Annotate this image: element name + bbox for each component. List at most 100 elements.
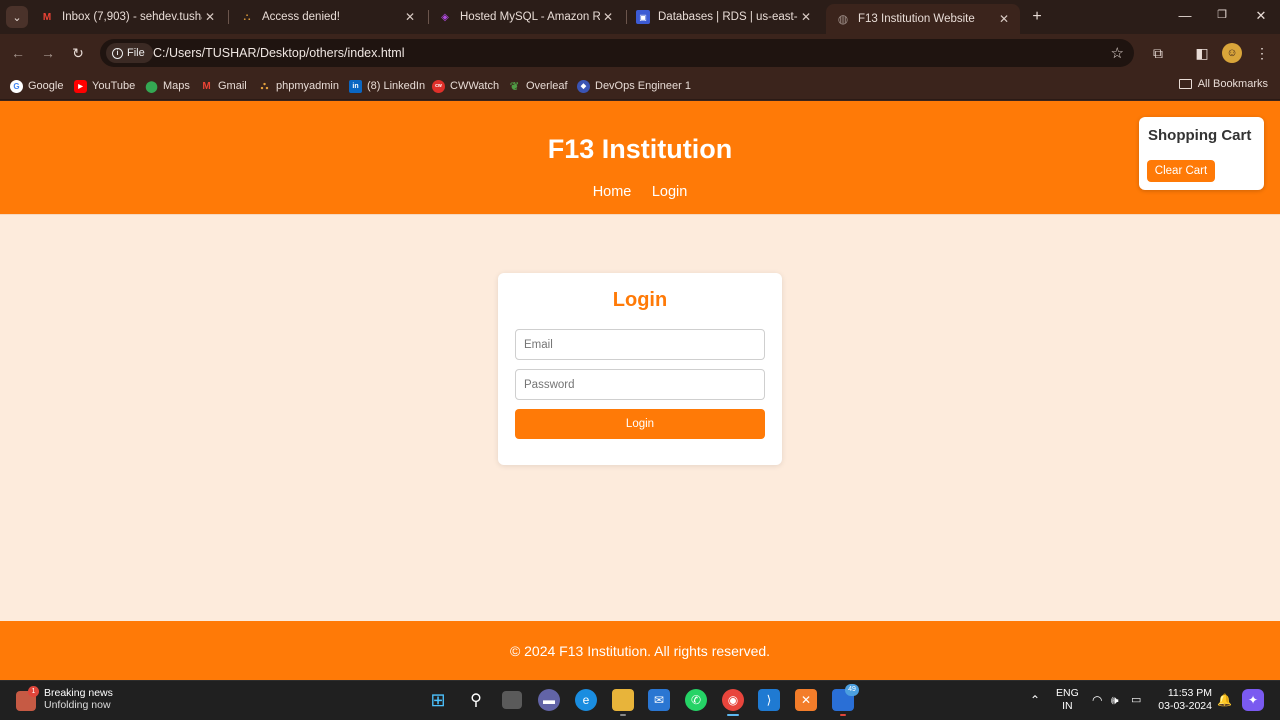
store-badge: 49 [845,684,859,696]
site-title: F13 Institution [547,134,733,164]
login-heading: Login [612,289,668,311]
phpmyadmin-icon: ⛬ [243,11,251,23]
tab-amazon-rds[interactable]: ◈ Hosted MySQL - Amazon RDS f ✕ [428,4,624,30]
shopping-cart-title: Shopping Cart [1148,127,1252,144]
bookmark-overleaf[interactable]: ❦ Overleaf [508,78,568,94]
close-icon[interactable]: ✕ [202,10,218,24]
bookmark-phpmyadmin[interactable]: ⛬ phpmyadmin [258,78,339,94]
maximize-icon[interactable]: ❐ [1212,8,1232,21]
store-icon[interactable]: 49 [832,684,859,716]
bookmark-label: DevOps Engineer 1 [595,80,691,92]
bookmark-linkedin[interactable]: in (8) LinkedIn [349,78,425,94]
volume-icon[interactable]: 🕪 [1111,693,1119,708]
minimize-icon[interactable]: — [1175,8,1195,23]
bookmark-label: CWWatch [450,80,500,92]
profile-avatar[interactable]: ☺ [1222,43,1242,63]
nav-login-link[interactable]: Login [652,184,687,200]
page-viewport: F13 Institution Home Login Shopping Cart… [0,101,1280,680]
bookmark-youtube[interactable]: ▶ YouTube [74,78,135,94]
close-icon[interactable]: ✕ [798,10,814,24]
bookmark-cwwatch[interactable]: cw CWWatch [432,78,499,94]
bookmark-star-icon[interactable]: ☆ [1111,44,1124,62]
gmail-icon: M [42,11,52,23]
globe-icon: ◍ [837,12,849,26]
language-indicator[interactable]: ENG IN [1056,687,1079,713]
devops-icon: ◆ [577,79,590,93]
close-icon[interactable]: ✕ [996,12,1012,26]
shopping-cart-panel: Shopping Cart Clear Cart [1139,117,1264,190]
tab-access-denied[interactable]: ⛬ Access denied! ✕ [230,4,426,30]
news-widget[interactable]: 1 Breaking news Unfolding now [16,686,113,711]
bookmark-devops-engineer[interactable]: ◆ DevOps Engineer 1 [577,78,691,94]
chip-label: File [127,47,145,59]
clock-date: 03-03-2024 [1158,700,1212,712]
nav-home-link[interactable]: Home [593,184,632,200]
back-arrow-icon[interactable]: ← [8,43,28,63]
tab-rds-databases[interactable]: ▣ Databases | RDS | us-east-1 ✕ [626,4,822,30]
close-icon[interactable]: ✕ [402,10,418,24]
bookmark-label: Gmail [218,80,247,92]
search-icon[interactable]: ⚲ [465,689,487,711]
tab-divider [228,10,229,24]
chevron-up-icon[interactable]: ⌃ [1030,693,1040,707]
file-explorer-icon[interactable] [612,689,634,716]
site-footer: © 2024 F13 Institution. All rights reser… [0,621,1280,680]
whatsapp-icon[interactable]: ✆ [685,689,707,711]
login-submit-button[interactable]: Login [515,409,765,439]
vscode-icon[interactable]: ⟩ [758,689,780,711]
side-panel-icon[interactable]: ◧ [1192,43,1212,63]
bookmark-label: phpmyadmin [276,80,339,92]
cwwatch-icon: cw [432,79,445,93]
reload-icon[interactable]: ↻ [68,43,88,63]
copilot-icon[interactable]: ✦ [1242,689,1264,711]
rds-icon: ▣ [636,10,650,24]
notification-bell-icon[interactable]: 🔔 [1217,693,1232,707]
forward-arrow-icon[interactable]: → [38,43,58,63]
phpmyadmin-icon: ⛬ [260,79,269,92]
bookmark-gmail[interactable]: M Gmail [200,78,247,94]
tab-strip: ⌄ M Inbox (7,903) - sehdev.tushar20 ✕ ⛬ … [0,0,1280,34]
bookmark-label: Google [28,80,64,92]
window-close-icon[interactable]: ✕ [1251,8,1271,24]
mail-icon[interactable]: ✉ [648,689,670,711]
gmail-icon: M [202,80,211,92]
url-text[interactable]: C:/Users/TUSHAR/Desktop/others/index.htm… [153,46,404,60]
menu-kebab-icon[interactable]: ⋮ [1252,43,1272,63]
tab-search-button[interactable]: ⌄ [6,6,28,28]
bookmark-maps[interactable]: ⬤ Maps [145,78,190,94]
task-view-icon[interactable] [502,691,522,709]
news-title: Breaking news [44,687,113,699]
windows-start-icon[interactable]: ⊞ [427,689,449,711]
edge-icon[interactable]: e [575,689,597,711]
site-nav: Home Login [0,183,1280,201]
footer-copyright: © 2024 F13 Institution. All rights reser… [509,643,771,659]
email-field[interactable] [515,329,765,360]
linkedin-icon: in [349,79,362,93]
extensions-icon[interactable]: ⧉ [1148,43,1168,63]
login-card: Login Login [498,273,782,465]
battery-icon[interactable]: ▭ [1131,693,1141,706]
all-bookmarks-label: All Bookmarks [1197,78,1268,90]
clock[interactable]: 11:53 PM 03-03-2024 [1158,687,1212,713]
bookmark-label: YouTube [92,80,136,92]
teams-chat-icon[interactable]: ▬ [538,689,560,711]
google-icon: G [10,79,23,93]
aws-icon: ◈ [441,11,449,23]
tab-title: Inbox (7,903) - sehdev.tushar20 [62,11,202,23]
site-info-chip[interactable]: i File [106,43,153,63]
wifi-icon[interactable]: ◠ [1092,693,1102,707]
tab-f13-website[interactable]: ◍ F13 Institution Website ✕ [826,4,1020,34]
close-icon[interactable]: ✕ [600,10,616,24]
address-bar[interactable]: i File C:/Users/TUSHAR/Desktop/others/in… [100,39,1134,67]
all-bookmarks-button[interactable]: All Bookmarks [1178,78,1268,90]
clear-cart-button[interactable]: Clear Cart [1147,160,1215,182]
xampp-icon[interactable]: ✕ [795,689,817,711]
chrome-icon[interactable]: ◉ [722,689,744,716]
news-icon: 1 [16,686,39,711]
password-field[interactable] [515,369,765,400]
tab-gmail[interactable]: M Inbox (7,903) - sehdev.tushar20 ✕ [30,4,226,30]
new-tab-button[interactable]: + [1028,8,1046,26]
bookmarks-bar: G Google ▶ YouTube ⬤ Maps M Gmail ⛬ phpm… [0,72,1280,100]
folder-icon [1178,79,1192,89]
bookmark-google[interactable]: G Google [10,78,63,94]
